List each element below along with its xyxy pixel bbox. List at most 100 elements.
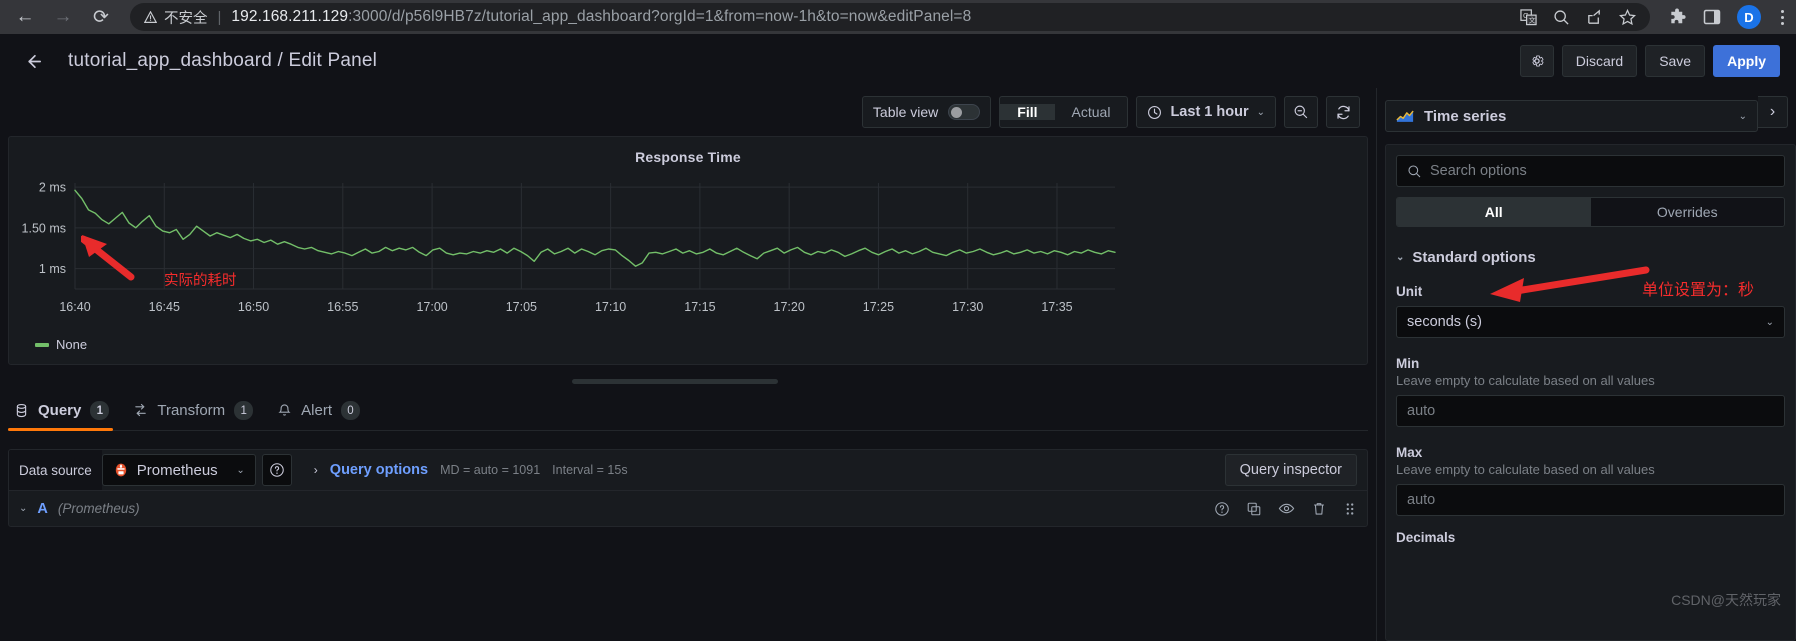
options-tab-overrides[interactable]: Overrides: [1590, 198, 1784, 226]
table-view-knob: [951, 106, 963, 118]
x-axis-tick-label: 16:55: [327, 300, 358, 314]
breadcrumb: tutorial_app_dashboard / Edit Panel: [68, 50, 378, 71]
edit-panel-body: Table view Fill Actual Last 1 hour ⌄ Res…: [0, 88, 1796, 641]
x-axis-tick-label: 17:15: [684, 300, 715, 314]
tab-alert[interactable]: Alert 0: [271, 401, 374, 430]
panel-fit-segmented-control[interactable]: Fill Actual: [999, 96, 1129, 128]
edit-panel-header: tutorial_app_dashboard / Edit Panel Disc…: [0, 34, 1796, 88]
y-axis-tick-label: 1 ms: [39, 262, 66, 276]
collapse-options-pane-button[interactable]: ›: [1758, 96, 1788, 128]
panel-options-pane: Time series ⌄ › Search options All Overr…: [1376, 88, 1796, 641]
unit-field: Unit 单位设置为：秒 seconds (s) ⌄: [1396, 266, 1785, 338]
address-bar[interactable]: 不安全 | 192.168.211.129:3000/d/p56l9HB7z/t…: [130, 3, 1650, 31]
data-source-picker[interactable]: Prometheus ⌄: [101, 454, 256, 486]
panel-resize-handle[interactable]: [572, 379, 778, 384]
search-options-input[interactable]: Search options: [1396, 155, 1785, 187]
max-label: Max: [1396, 445, 1423, 460]
table-view-label: Table view: [872, 104, 939, 120]
chart-svg: 1 ms 1.50 ms 2 ms 16:40 16:45 16:50 16:55 17:00…: [22, 181, 1116, 314]
tab-transform[interactable]: Transform 1: [127, 401, 267, 430]
legend-color-swatch: [35, 342, 49, 347]
min-field: Min Leave empty to calculate based on al…: [1396, 356, 1785, 427]
browser-reload-button[interactable]: ⟳: [84, 2, 118, 32]
time-range-picker[interactable]: Last 1 hour ⌄: [1136, 96, 1276, 128]
url-separator: |: [217, 8, 222, 26]
tab-transform-count: 1: [234, 401, 254, 420]
min-description: Leave empty to calculate based on all va…: [1396, 373, 1655, 388]
chevron-down-icon[interactable]: ⌄: [1739, 111, 1747, 122]
back-to-dashboard-button[interactable]: [16, 44, 50, 78]
help-circle-icon[interactable]: [1214, 501, 1230, 517]
header-actions: Discard Save Apply: [1519, 45, 1780, 77]
visualization-panel[interactable]: Response Time 1 ms 1.50 ms 2 ms 16:40 16:45 1…: [8, 136, 1368, 365]
extensions-icon[interactable]: [1668, 7, 1687, 27]
panel-legend[interactable]: None: [9, 331, 1367, 352]
timeseries-plot[interactable]: 1 ms 1.50 ms 2 ms 16:40 16:45 16:50 16:55 17:00…: [9, 171, 1367, 331]
chevron-down-icon: ⌄: [1396, 252, 1405, 263]
data-source-label: Data source: [9, 450, 102, 490]
discard-button[interactable]: Discard: [1561, 45, 1638, 77]
query-row-collapse-icon[interactable]: ⌄: [19, 503, 27, 514]
query-options-link[interactable]: Query options: [330, 462, 428, 478]
table-view-toggle[interactable]: Table view: [861, 96, 992, 128]
share-icon[interactable]: [1586, 8, 1603, 26]
unit-select[interactable]: seconds (s) ⌄: [1396, 306, 1785, 338]
browser-extension-area: D: [1662, 5, 1788, 29]
star-icon[interactable]: [1619, 8, 1636, 26]
min-input[interactable]: auto: [1396, 395, 1785, 427]
kebab-menu-icon[interactable]: [1777, 9, 1788, 25]
profile-avatar[interactable]: D: [1737, 5, 1761, 29]
max-input[interactable]: auto: [1396, 484, 1785, 516]
unit-annotation-arrow-icon: [1490, 266, 1650, 302]
x-axis-tick-label: 17:25: [863, 300, 894, 314]
visualization-toolbar: Table view Fill Actual Last 1 hour ⌄: [0, 88, 1368, 136]
query-inspector-button[interactable]: Query inspector: [1224, 454, 1357, 486]
eye-icon[interactable]: [1278, 500, 1295, 517]
visualization-picker[interactable]: Time series ⌄: [1385, 100, 1758, 132]
data-source-help-button[interactable]: [261, 454, 292, 486]
chevron-down-icon: ⌄: [1765, 316, 1774, 328]
query-ref-id[interactable]: A: [37, 501, 47, 517]
clock-icon: [1148, 105, 1162, 119]
x-axis-tick-label: 17:10: [595, 300, 626, 314]
insecure-warning-icon: [144, 10, 157, 23]
standard-options-section-header[interactable]: ⌄ Standard options: [1396, 249, 1785, 266]
database-icon: [16, 403, 27, 418]
translate-icon[interactable]: G文: [1520, 8, 1537, 26]
max-field: Max Leave empty to calculate based on al…: [1396, 445, 1785, 516]
save-button[interactable]: Save: [1645, 45, 1706, 77]
max-value: auto: [1407, 492, 1436, 508]
panel-and-query-column: Table view Fill Actual Last 1 hour ⌄ Res…: [0, 88, 1376, 641]
panel-settings-button[interactable]: [1519, 45, 1554, 77]
unit-value: seconds (s): [1407, 314, 1482, 330]
fit-fill-option[interactable]: Fill: [1000, 104, 1055, 120]
zoom-out-time-button[interactable]: [1284, 96, 1318, 128]
refresh-icon: [1336, 105, 1350, 119]
options-tab-all[interactable]: All: [1397, 198, 1591, 226]
refresh-dashboard-button[interactable]: [1326, 96, 1360, 128]
y-axis-tick-label: 1.50 ms: [22, 221, 66, 235]
standard-options-title: Standard options: [1412, 249, 1536, 266]
browser-back-button[interactable]: ←: [8, 2, 42, 32]
sidepanel-icon[interactable]: [1703, 8, 1721, 26]
tab-transform-label: Transform: [157, 402, 226, 419]
query-header-row: Data source Prometheus ⌄ › Query options…: [9, 450, 1367, 490]
help-circle-icon: [270, 463, 284, 477]
grafana-app: tutorial_app_dashboard / Edit Panel Disc…: [0, 34, 1796, 641]
duplicate-icon[interactable]: [1246, 501, 1262, 517]
browser-toolbar: ← → ⟳ 不安全 | 192.168.211.129:3000/d/p56l9…: [0, 0, 1796, 34]
query-options-row[interactable]: › Query options MD = auto = 1091 Interva…: [292, 450, 628, 490]
x-axis-tick-label: 17:00: [416, 300, 447, 314]
drag-handle-icon[interactable]: [1343, 501, 1357, 517]
url-host: 192.168.211.129: [231, 8, 349, 25]
search-icon[interactable]: [1553, 9, 1570, 26]
fit-actual-option[interactable]: Actual: [1054, 104, 1128, 120]
table-view-switch[interactable]: [948, 104, 981, 120]
chart-annotation: 实际的耗时: [164, 273, 237, 289]
tab-query[interactable]: Query 1: [8, 401, 123, 431]
x-axis-tick-label: 16:40: [59, 300, 90, 314]
trash-icon[interactable]: [1311, 501, 1327, 517]
browser-forward-button[interactable]: →: [46, 2, 80, 32]
apply-button[interactable]: Apply: [1713, 45, 1780, 77]
time-range-label: Last 1 hour: [1170, 104, 1249, 120]
